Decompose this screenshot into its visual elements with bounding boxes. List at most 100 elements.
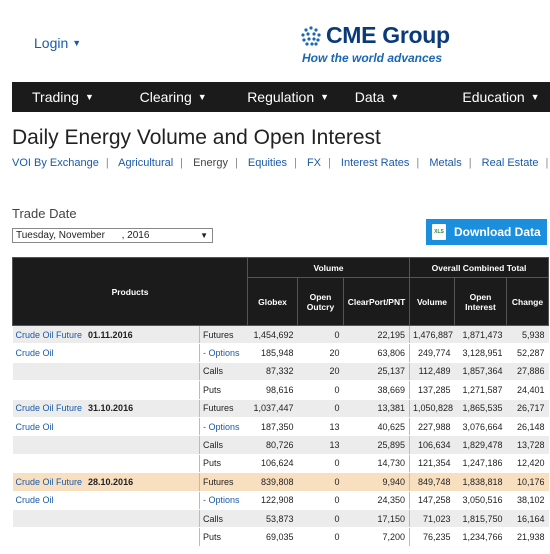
clearport-cell: 14,730 <box>343 454 410 474</box>
subnav-voi-by-exchange[interactable]: VOI By Exchange <box>12 157 99 169</box>
download-label[interactable]: Download Data <box>454 225 541 239</box>
open-outcry-cell: 0 <box>297 399 344 418</box>
product-link[interactable]: Crude Oil <box>16 495 54 505</box>
table-body: Crude Oil Future 01.11.2016 Futures 1,454,… <box>12 325 549 547</box>
xls-file-icon: XLS <box>432 224 446 240</box>
main-nav: Trading ▼ Clearing ▼ Regulation ▼ Data ▼ Edu… <box>12 82 550 112</box>
header-volume-total[interactable]: Volume <box>409 277 455 326</box>
header-clearport[interactable]: ClearPort/PNT <box>343 277 410 326</box>
product-link[interactable]: Crude Oil Future <box>16 477 83 487</box>
chevron-down-icon: ▼ <box>72 38 82 48</box>
table-row: Puts 106,624 0 14,730 121,354 1,247,186 12,420 <box>12 454 549 474</box>
nav-item-education[interactable]: Education ▼ <box>442 89 550 105</box>
table-row: Puts 98,616 0 38,669 137,285 1,271,587 24,401 <box>12 380 549 400</box>
nav-item-clearing[interactable]: Clearing ▼ <box>120 89 228 105</box>
product-cell <box>12 527 200 547</box>
globex-cell: 80,726 <box>247 435 298 455</box>
globex-cell: 187,350 <box>247 417 298 437</box>
separator: | <box>180 157 184 169</box>
open-outcry-cell: 0 <box>297 491 344 510</box>
brand-name: CME Group <box>326 22 450 48</box>
brand-tagline: How the world advances <box>302 51 443 65</box>
product-type: Futures <box>203 476 234 487</box>
open-interest-cell: 3,076,664 <box>454 417 507 437</box>
subnav-energy: Energy <box>193 157 228 169</box>
header-open-outcry[interactable]: Open Outcry <box>297 277 344 326</box>
product-link[interactable]: Crude Oil <box>16 348 54 358</box>
product-cell: Crude Oil Future 01.11.2016 <box>12 325 200 345</box>
product-link[interactable]: Crude Oil Future <box>16 403 83 413</box>
product-link[interactable]: Crude Oil Future <box>16 330 83 340</box>
header-change[interactable]: Change <box>505 277 550 326</box>
download-data-button[interactable]: XLS Download Data <box>426 219 547 245</box>
open-interest-cell: 1,234,766 <box>454 527 507 547</box>
subnav-interest-rates[interactable]: Interest Rates <box>341 157 409 169</box>
subnav-fx[interactable]: FX <box>307 157 321 169</box>
product-type: Calls <box>203 440 224 451</box>
clearport-cell: 7,200 <box>343 527 410 547</box>
product-type[interactable]: - Options <box>203 495 240 505</box>
change-cell: 26,717 <box>506 399 549 418</box>
type-cell: Futures <box>199 325 248 345</box>
nav-label[interactable]: Education <box>462 89 524 105</box>
open-outcry-cell: 20 <box>297 362 344 382</box>
nav-label[interactable]: Clearing <box>140 89 192 105</box>
header-volume: Volume <box>247 257 410 278</box>
subnav-metals[interactable]: Metals <box>429 157 461 169</box>
table-row: Crude Oil - Options 122,908 0 24,350 147,258… <box>12 491 549 510</box>
header-globex[interactable]: Globex <box>247 277 298 326</box>
product-link[interactable]: Crude Oil <box>16 422 54 432</box>
globex-cell: 106,624 <box>247 454 298 474</box>
brand-logo[interactable]: CME Group How the world advances <box>300 22 450 65</box>
product-cell: Crude Oil <box>12 417 200 437</box>
open-outcry-cell: 0 <box>297 509 344 529</box>
product-type[interactable]: - Options <box>203 348 240 358</box>
header-open-interest[interactable]: Open Interest <box>454 277 507 326</box>
nav-item-data[interactable]: Data ▼ <box>335 89 443 105</box>
separator: | <box>234 157 238 169</box>
subnav-equities[interactable]: Equities <box>248 157 287 169</box>
table-row: Crude Oil - Options 185,948 20 63,806 249,77… <box>12 343 549 363</box>
product-date: 28.10.2016 <box>88 476 134 487</box>
clearport-cell: 24,350 <box>343 491 410 510</box>
nav-item-trading[interactable]: Trading ▼ <box>12 89 120 105</box>
separator: | <box>328 157 331 169</box>
clearport-cell: 25,895 <box>343 435 410 455</box>
login-label[interactable]: Login <box>34 35 68 51</box>
volume-cell: 121,354 <box>409 454 455 474</box>
nav-label[interactable]: Data <box>355 89 385 105</box>
header-overall: Overall Combined Total <box>408 257 550 278</box>
subnav-agricultural[interactable]: Agricultural <box>118 157 173 169</box>
volume-cell: 227,988 <box>409 417 455 437</box>
product-type: Calls <box>203 366 224 377</box>
type-cell: Puts <box>199 380 248 400</box>
change-cell: 5,938 <box>506 325 549 345</box>
subnav-real-estate[interactable]: Real Estate <box>482 157 539 169</box>
chevron-down-icon: ▼ <box>200 231 208 240</box>
page-title: Daily Energy Volume and Open Interest <box>12 126 381 149</box>
type-cell: Calls <box>199 509 248 529</box>
type-cell: Calls <box>199 362 248 382</box>
nav-item-regulation[interactable]: Regulation ▼ <box>227 89 335 105</box>
nav-label[interactable]: Regulation <box>247 89 314 105</box>
volume-cell: 849,748 <box>409 472 455 492</box>
product-type[interactable]: - Options <box>203 422 240 432</box>
login-menu[interactable]: Login ▼ <box>34 35 81 51</box>
change-cell: 24,401 <box>506 380 549 400</box>
change-cell: 21,938 <box>506 527 549 547</box>
open-outcry-cell: 13 <box>297 417 344 437</box>
product-cell <box>12 380 200 400</box>
separator: | <box>105 157 109 169</box>
volume-cell: 112,489 <box>409 362 455 382</box>
open-interest-cell: 3,128,951 <box>454 343 507 363</box>
separator: | <box>416 157 420 169</box>
trade-date-select[interactable]: Tuesday, November , 2016 ▼ <box>12 228 213 243</box>
globex-cell: 122,908 <box>247 491 298 510</box>
volume-cell: 106,634 <box>409 435 455 455</box>
product-type: Puts <box>203 458 222 469</box>
type-cell: - Options <box>199 417 248 437</box>
open-interest-cell: 1,815,750 <box>454 509 507 529</box>
type-cell: Puts <box>199 454 248 474</box>
change-cell: 13,728 <box>506 435 549 455</box>
nav-label[interactable]: Trading <box>32 89 79 105</box>
